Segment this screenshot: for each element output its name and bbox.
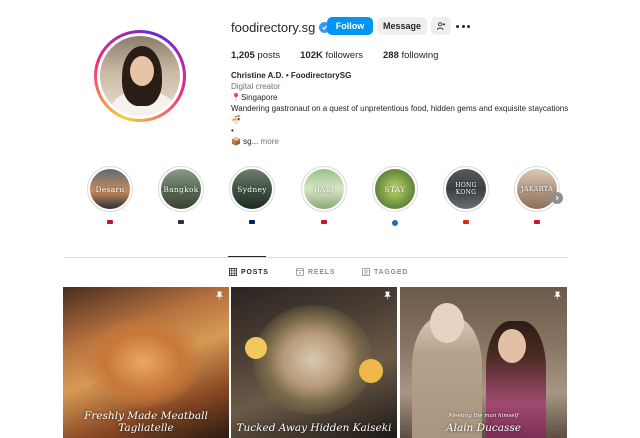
pin-icon — [554, 291, 561, 300]
tab-label: POSTS — [241, 268, 269, 276]
highlight-title: STAY — [384, 184, 406, 194]
highlight-title: Desaru — [95, 184, 125, 194]
host-face-image — [498, 329, 526, 363]
tabs-divider — [64, 257, 568, 258]
more-options-icon[interactable] — [456, 20, 470, 32]
flag-icon — [107, 220, 113, 224]
bio-emoji-line: 🍜 — [231, 115, 241, 124]
bio-link[interactable]: 📦 sg... — [231, 137, 258, 146]
post-tile[interactable]: Tucked Away Hidden Kaiseki — [231, 287, 397, 438]
yuzu-garnish-image — [245, 337, 267, 359]
posts-count: 1,205 posts — [231, 50, 281, 61]
tab-tagged[interactable]: TAGGED — [362, 268, 408, 276]
profile-description: Wandering gastronaut on a quest of unpre… — [231, 104, 569, 113]
highlight-title: BALI — [313, 184, 335, 194]
follow-button[interactable]: Follow — [327, 17, 373, 35]
profile-header: foodirectory.sg — [231, 16, 331, 38]
post-subtext: Meeting the man himself — [448, 413, 519, 419]
flag-icon — [463, 220, 469, 224]
highlight-hong-kong[interactable]: HONG KONG — [443, 166, 489, 224]
highlights-next-button[interactable] — [551, 192, 563, 204]
highlight-stay[interactable]: STAY — [372, 166, 418, 226]
post-tile[interactable]: Meeting the man himself Alain Ducasse — [400, 287, 567, 438]
chevron-right-icon — [555, 195, 559, 201]
avatar-face — [130, 56, 154, 86]
avatar-inner — [97, 33, 183, 119]
post-caption: Alain Ducasse — [446, 422, 521, 434]
profile-username: foodirectory.sg — [231, 19, 316, 35]
followers-count[interactable]: 102K followers — [300, 50, 363, 61]
chef-face-image — [430, 303, 464, 343]
highlight-title: Sydney — [237, 184, 267, 194]
kaiseki-plate-image — [253, 305, 373, 415]
pasta-dish-image — [83, 317, 203, 407]
profile-stats: 1,205 posts 102K followers 288 following — [231, 50, 458, 61]
profile-avatar[interactable] — [94, 30, 186, 122]
profile-location: 📍Singapore — [231, 93, 278, 102]
highlight-desaru[interactable]: Desaru — [87, 166, 133, 224]
tab-posts[interactable]: POSTS — [229, 268, 269, 276]
reels-icon — [296, 268, 304, 276]
message-button[interactable]: Message — [377, 17, 427, 35]
pin-icon — [384, 291, 391, 300]
tab-label: REELS — [308, 268, 336, 276]
bio-more-link[interactable]: more — [261, 137, 279, 146]
post-caption: Tucked Away Hidden Kaiseki — [236, 422, 392, 434]
tagged-icon — [362, 268, 370, 276]
following-count[interactable]: 288 following — [383, 50, 438, 61]
flag-icon — [249, 220, 255, 224]
add-person-icon — [436, 22, 446, 30]
avatar-photo — [100, 36, 180, 116]
active-tab-indicator — [228, 256, 266, 257]
flag-icon — [534, 220, 540, 224]
bio-dot-line: • — [231, 126, 234, 135]
tab-reels[interactable]: REELS — [296, 268, 335, 276]
highlight-bali[interactable]: BALI — [301, 166, 347, 224]
tab-label: TAGGED — [374, 268, 409, 276]
post-tile[interactable]: Freshly Made Meatball Tagliatelle — [63, 287, 229, 438]
post-caption: Freshly Made Meatball Tagliatelle — [84, 410, 208, 434]
flag-icon — [321, 220, 327, 224]
globe-icon — [392, 220, 398, 226]
yuzu-garnish-image — [359, 359, 383, 383]
highlight-sydney[interactable]: Sydney — [229, 166, 275, 224]
highlight-title: JAKARTA — [520, 185, 554, 193]
grid-icon — [229, 268, 237, 276]
profile-bio: Christine A.D. • FoodirectorySG Digital … — [231, 70, 591, 147]
bio-link-line: 📦 sg... more — [231, 136, 591, 147]
pin-icon — [216, 291, 223, 300]
profile-display-name: Christine A.D. • FoodirectorySG — [231, 71, 352, 80]
flag-icon — [178, 220, 184, 224]
suggested-accounts-button[interactable] — [431, 17, 451, 35]
highlight-title: HONG KONG — [455, 182, 477, 196]
highlight-bangkok[interactable]: Bangkok — [158, 166, 204, 224]
profile-category: Digital creator — [231, 82, 281, 91]
highlight-title: Bangkok — [163, 184, 199, 194]
